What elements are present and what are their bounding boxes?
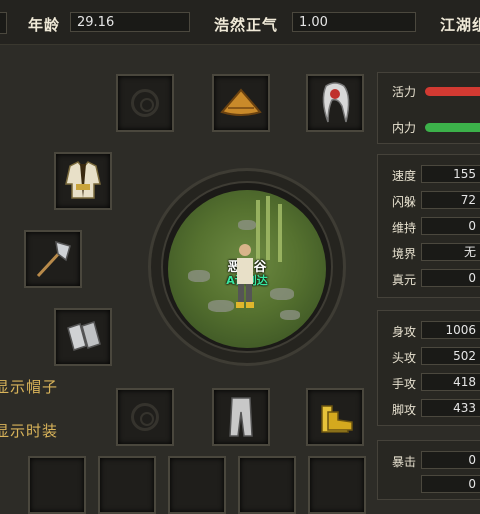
stat-label-body-attack: 身攻 [392, 325, 417, 339]
stat-value-realm: 无 [421, 243, 480, 261]
character-portrait: 恶人谷 A许划达 [168, 190, 326, 348]
stat-label-foot-attack: 脚攻 [392, 403, 417, 417]
righteous-field: 1.00 [292, 12, 416, 32]
inventory-slot-2[interactable] [98, 456, 156, 514]
robe-icon [65, 161, 101, 199]
bracer-icon [67, 321, 101, 351]
show-fashion-toggle[interactable]: 显示时装 [0, 420, 58, 441]
stat-value-head-attack: 502 [421, 347, 480, 365]
stat-value-body-attack: 1006 [421, 321, 480, 339]
vitals-panel: 活力 内力 [377, 72, 480, 144]
vitality-label: 活力 [392, 85, 417, 99]
straw-hat-icon [220, 88, 262, 116]
equip-slot-weapon[interactable] [24, 230, 82, 288]
stat-label-hand-attack: 手攻 [392, 377, 417, 391]
stat-label-speed: 速度 [392, 169, 417, 183]
equip-slot-empty-1[interactable] [116, 74, 174, 132]
inventory-slot-4[interactable] [238, 456, 296, 514]
inner-power-bar [425, 123, 480, 132]
equip-slot-hair[interactable] [306, 74, 364, 132]
equip-slot-shoes[interactable] [306, 388, 364, 446]
equip-slot-hat[interactable] [212, 74, 270, 132]
stat-value-foot-attack: 433 [421, 399, 480, 417]
stats-panel-3: 暴击 0 0 [377, 440, 480, 500]
boots-icon [321, 405, 353, 433]
inventory-slot-3[interactable] [168, 456, 226, 514]
vitality-bar [425, 87, 480, 96]
equip-slot-arm[interactable] [54, 308, 112, 366]
stats-panel-1: 速度 155 闪躲 72 维持 0 境界 无 真元 0 [377, 154, 480, 298]
stat-value-extra: 0 [421, 475, 480, 493]
age-label: 年龄 [28, 16, 61, 34]
equip-slot-empty-2[interactable] [116, 388, 174, 446]
empty-slot-rune-icon [131, 89, 159, 117]
white-hair-icon [322, 82, 350, 123]
inner-power-label: 内力 [392, 121, 417, 135]
equip-slot-pants[interactable] [212, 388, 270, 446]
character-figure-icon [236, 244, 254, 308]
stat-label-maintain: 维持 [392, 221, 417, 235]
stat-label-true-essence: 真元 [392, 273, 417, 287]
stat-label-crit: 暴击 [392, 455, 417, 469]
equip-slot-clothes[interactable] [54, 152, 112, 210]
left-field-stub [0, 12, 7, 34]
stat-value-maintain: 0 [421, 217, 480, 235]
stat-value-dodge: 72 [421, 191, 480, 209]
inventory-slot-1[interactable] [28, 456, 86, 514]
stat-value-true-essence: 0 [421, 269, 480, 287]
inventory-slot-5[interactable] [308, 456, 366, 514]
stat-value-hand-attack: 418 [421, 373, 480, 391]
stat-label-head-attack: 头攻 [392, 351, 417, 365]
stat-label-dodge: 闪躲 [392, 195, 417, 209]
pants-icon [229, 397, 253, 437]
empty-slot-rune-icon [131, 403, 159, 431]
stat-value-crit: 0 [421, 451, 480, 469]
age-field: 29.16 [70, 12, 190, 32]
axe-icon [36, 240, 71, 278]
righteous-label: 浩然正气 [214, 16, 279, 34]
stat-value-speed: 155 [421, 165, 480, 183]
stats-panel-2: 身攻 1006 头攻 502 手攻 418 脚攻 433 [377, 310, 480, 426]
top-info-bar: 年龄 29.16 浩然正气 1.00 江湖组 [0, 0, 480, 45]
jianghu-label: 江湖组 [440, 16, 480, 34]
show-hat-toggle[interactable]: 显示帽子 [0, 376, 58, 397]
stat-label-realm: 境界 [392, 247, 417, 261]
